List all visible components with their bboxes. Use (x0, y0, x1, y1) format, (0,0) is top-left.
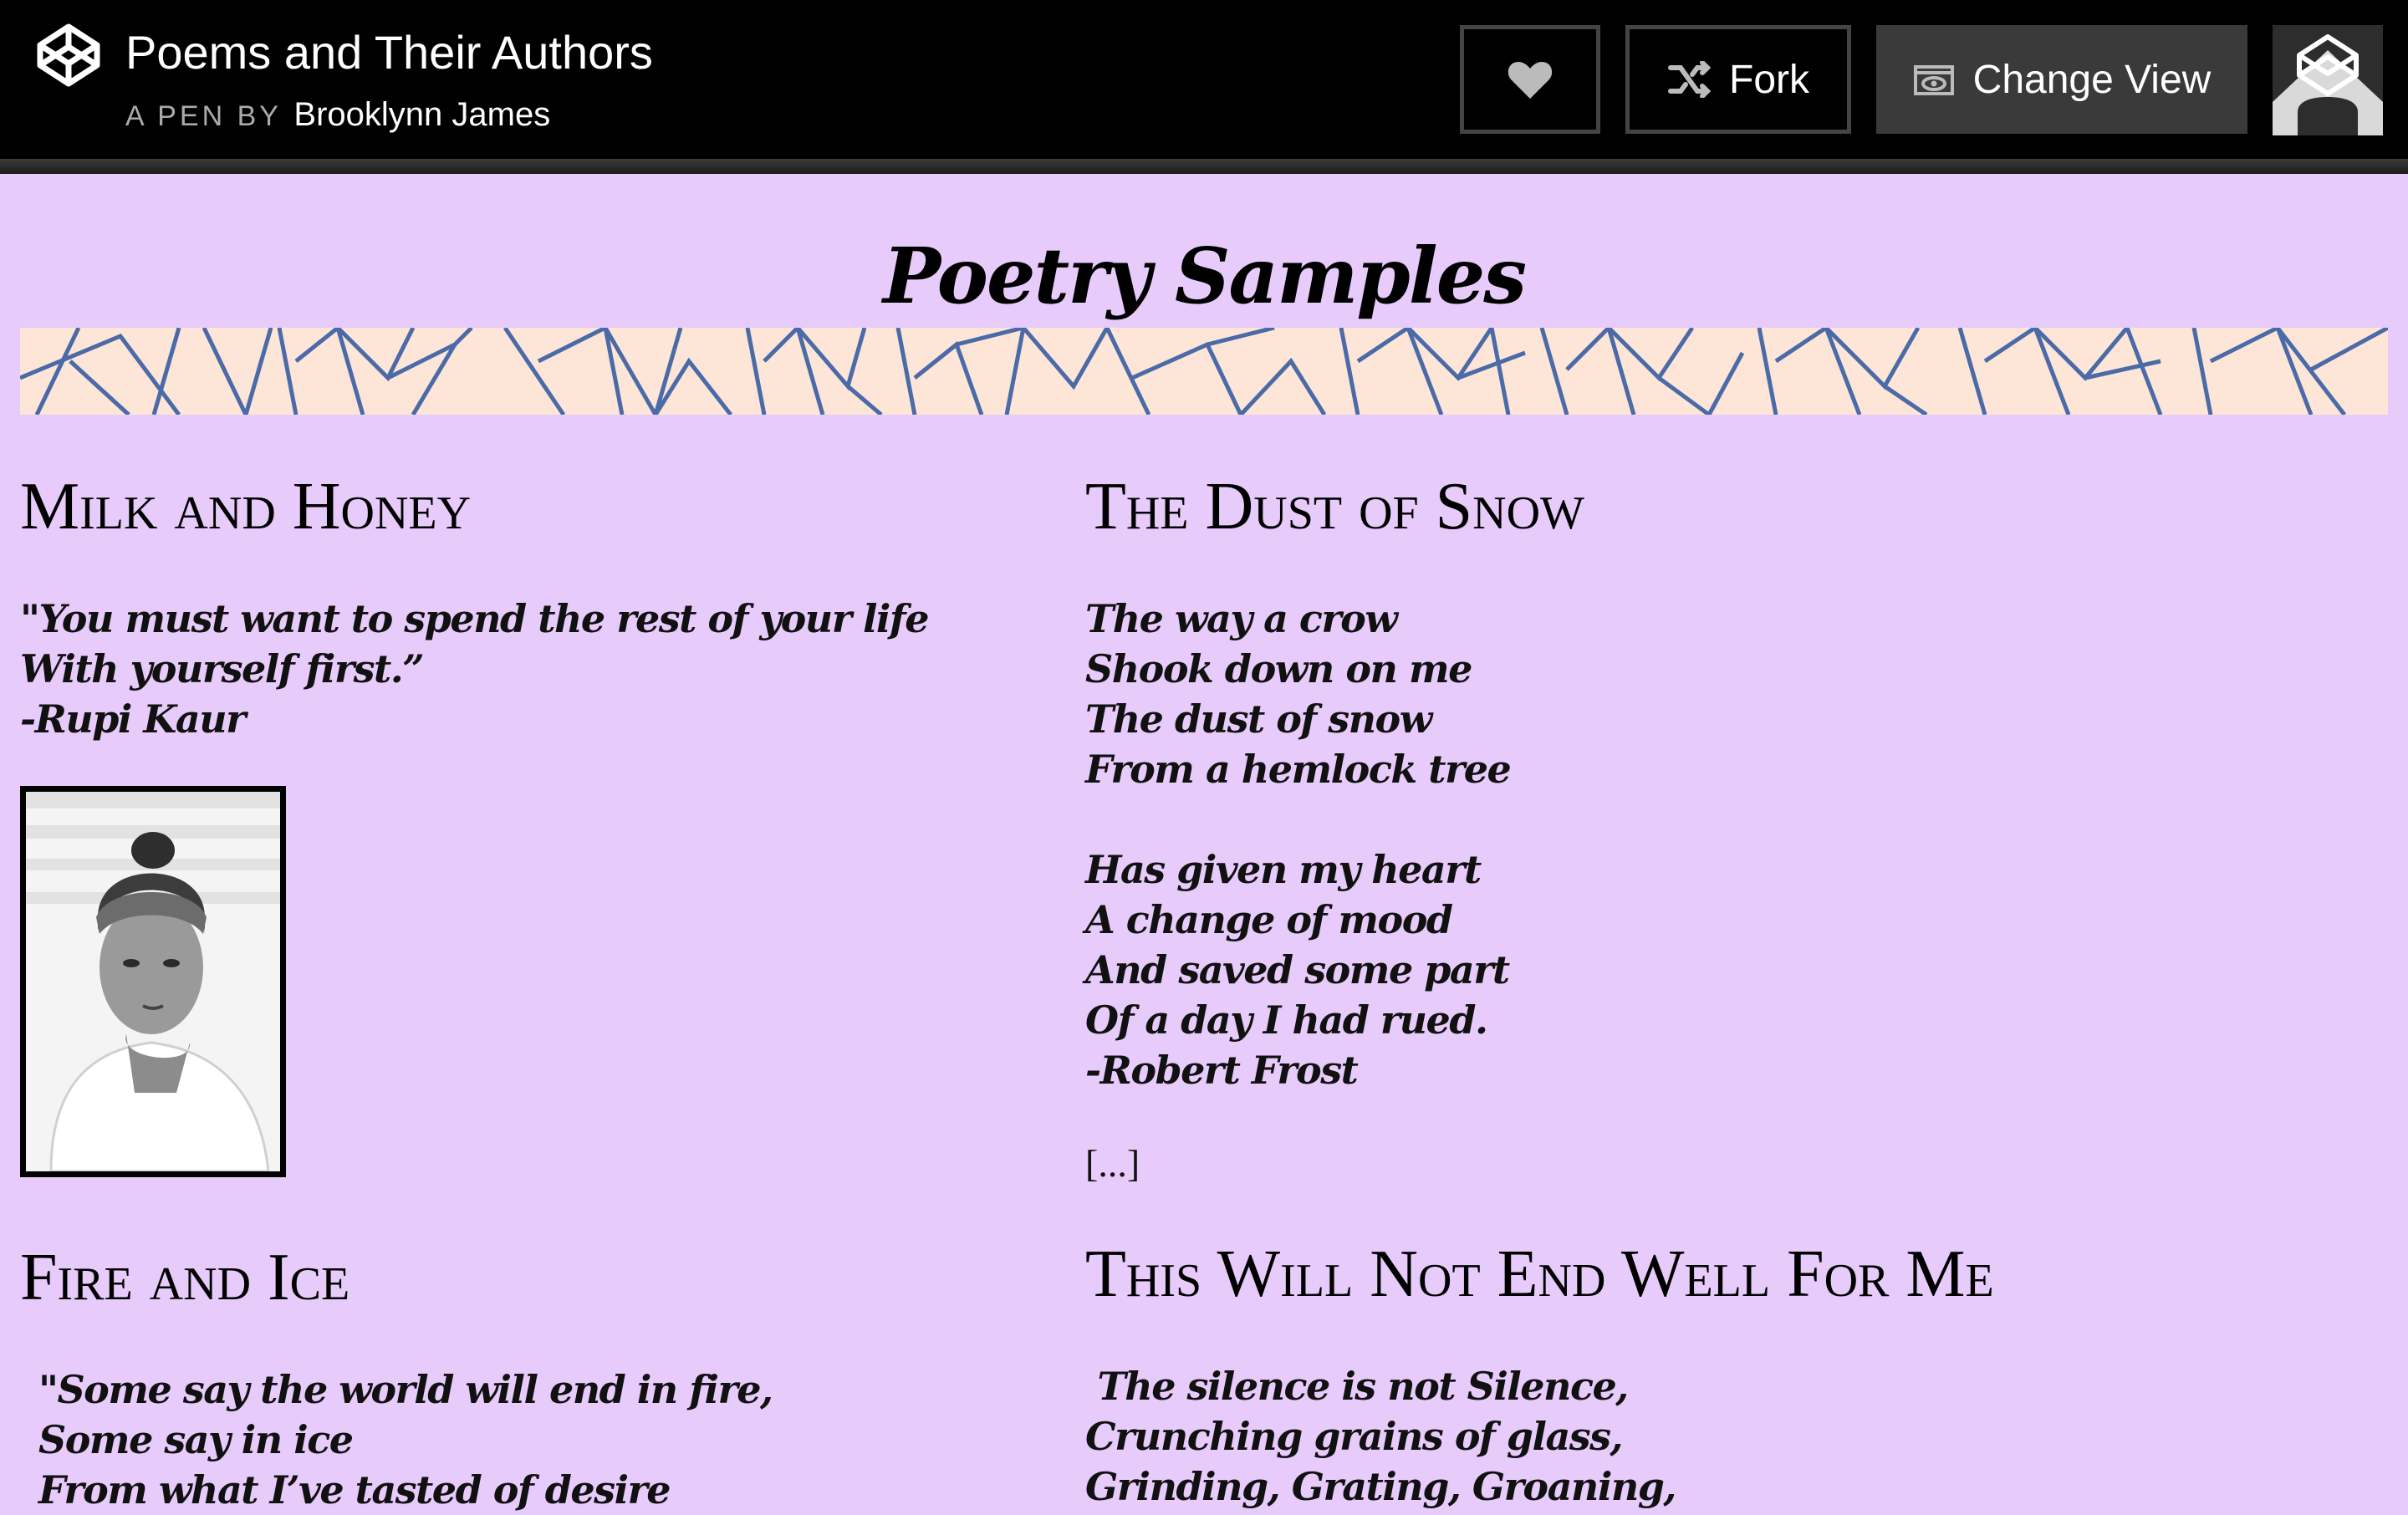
poem-line: Crunching grains of glass, (1085, 1414, 1624, 1459)
change-view-button[interactable]: Change View (1876, 25, 2247, 134)
fork-button[interactable]: Fork (1625, 25, 1851, 134)
heart-icon (1508, 62, 1553, 99)
portrait-photo (26, 792, 280, 1171)
poem-line: With yourself first.” (20, 646, 425, 691)
header-divider (0, 159, 2408, 174)
poem-line: Shook down on me (1085, 646, 1472, 691)
poem-text-this-will-not-end-well-for-me: The silence is not Silence, Crunching gr… (1085, 1361, 1676, 1512)
poem-title-fire-and-ice: Fire and Ice (20, 1241, 350, 1314)
read-more-link[interactable]: [...] (1085, 1139, 1140, 1189)
poem-line: From what I’ve tasted of desire (38, 1467, 671, 1512)
geometric-lines-pattern (20, 328, 2388, 415)
poem-line: The way a crow (1085, 596, 1398, 641)
poem-line: Has given my heart (1085, 847, 1482, 892)
author-portrait-rupi-kaur (20, 786, 286, 1177)
read-more-text[interactable]: [...] (1085, 1142, 1140, 1185)
poem-line: -Rupi Kaur (20, 696, 246, 742)
fork-icon (1668, 61, 1711, 98)
poem-line: And saved some part (1085, 947, 1510, 992)
poem-line: "You must want to spend the rest of your… (20, 596, 929, 641)
poem-title-milk-and-honey: Milk and Honey (20, 470, 472, 543)
codepen-header: Poems and Their Authors A PEN BY Brookly… (0, 0, 2408, 159)
fork-label: Fork (1729, 57, 1809, 102)
decorative-banner (20, 328, 2388, 415)
poem-line: "Some say the world will end in fire, (38, 1367, 773, 1412)
poem-line: A change of mood (1085, 897, 1453, 942)
poem-line: Of a day I had rued. (1085, 997, 1488, 1043)
poem-line: Some say in ice (38, 1417, 354, 1462)
author-link[interactable]: Brooklynn James (293, 96, 550, 133)
poem-text-milk-and-honey: "You must want to spend the rest of your… (20, 594, 929, 744)
byline-label: A PEN BY (125, 100, 282, 132)
poem-line: Grinding, Grating, Groaning, (1085, 1464, 1676, 1509)
poem-title-the-dust-of-snow: The Dust of Snow (1085, 470, 1584, 543)
stanza-break (1085, 794, 1510, 844)
poem-line: -Robert Frost (1085, 1048, 1359, 1093)
change-view-label: Change View (1972, 57, 2212, 102)
poem-line: From a hemlock tree (1085, 747, 1512, 792)
page-title: Poetry Samples (882, 231, 1527, 321)
heart-button[interactable] (1460, 25, 1600, 134)
user-avatar[interactable] (2273, 25, 2383, 135)
poem-title-this-will-not-end-well-for-me: This Will Not End Well For Me (1085, 1237, 1994, 1311)
poem-text-the-dust-of-snow: The way a crow Shook down on me The dust… (1085, 594, 1512, 1095)
pen-byline: A PEN BY Brooklynn James (125, 94, 550, 143)
pen-title[interactable]: Poems and Their Authors (125, 23, 653, 82)
avatar-codepen-icon (2273, 25, 2383, 135)
poem-line: The dust of snow (1085, 696, 1432, 742)
eye-icon (1913, 65, 1954, 95)
poem-line: The silence is not Silence, (1085, 1364, 1630, 1409)
codepen-logo-icon[interactable] (35, 22, 102, 89)
poem-text-fire-and-ice: "Some say the world will end in fire, So… (38, 1365, 773, 1515)
